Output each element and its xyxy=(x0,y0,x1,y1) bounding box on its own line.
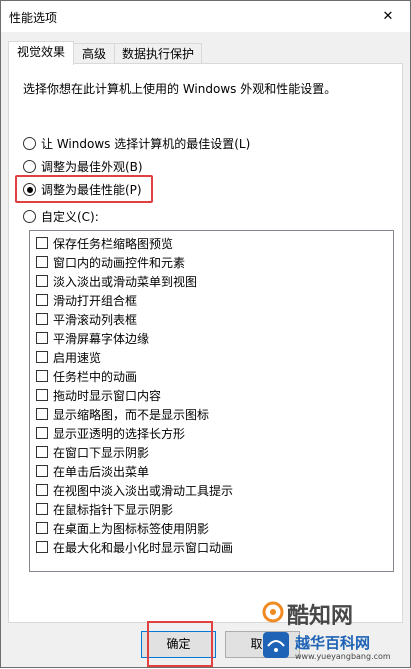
checkbox[interactable] xyxy=(36,427,48,439)
list-item[interactable]: 淡入淡出或滑动菜单到视图 xyxy=(36,272,197,290)
checkbox[interactable] xyxy=(36,332,48,344)
list-item[interactable]: 启用速览 xyxy=(36,348,101,366)
list-item-label: 任务栏中的动画 xyxy=(53,369,138,384)
radio-label: 让 Windows 选择计算机的最佳设置(L) xyxy=(41,137,251,151)
radio-best-appearance[interactable]: 调整为最佳外观(B) xyxy=(23,158,143,175)
checkbox[interactable] xyxy=(36,408,48,420)
list-item-label: 滑动打开组合框 xyxy=(53,293,138,308)
radio-label: 调整为最佳外观(B) xyxy=(41,160,143,174)
window-title: 性能选项 xyxy=(9,11,58,25)
list-item-label: 拖动时显示窗口内容 xyxy=(53,388,162,403)
title-bar: 性能选项 ✕ xyxy=(1,1,410,32)
list-item[interactable]: 在最大化和最小化时显示窗口动画 xyxy=(36,538,233,556)
checkbox[interactable] xyxy=(36,446,48,458)
checkbox[interactable] xyxy=(36,313,48,325)
checkbox[interactable] xyxy=(36,237,48,249)
list-item[interactable]: 平滑滚动列表框 xyxy=(36,310,137,328)
radio-button[interactable] xyxy=(23,160,36,173)
tab-advanced[interactable]: 高级 xyxy=(73,43,115,64)
close-button[interactable]: ✕ xyxy=(366,1,410,32)
radio-label: 自定义(C): xyxy=(41,210,99,224)
list-item[interactable]: 在视图中淡入淡出或滑动工具提示 xyxy=(36,481,233,499)
list-item-label: 窗口内的动画控件和元素 xyxy=(53,255,186,270)
performance-options-dialog: 性能选项 ✕ 视觉效果 高级 数据执行保护 选择你想在此计算机上使用的 Wind… xyxy=(0,0,411,668)
tab-label: 高级 xyxy=(81,47,106,61)
list-item[interactable]: 任务栏中的动画 xyxy=(36,367,137,385)
list-item[interactable]: 显示缩略图，而不是显示图标 xyxy=(36,405,209,423)
description-text: 选择你想在此计算机上使用的 Windows 外观和性能设置。 xyxy=(23,82,337,96)
list-item[interactable]: 平滑屏幕字体边缘 xyxy=(36,329,149,347)
checkbox[interactable] xyxy=(36,465,48,477)
checkbox[interactable] xyxy=(36,503,48,515)
list-item-label: 在鼠标指针下显示阴影 xyxy=(53,502,174,517)
list-item[interactable]: 在鼠标指针下显示阴影 xyxy=(36,500,173,518)
watermark-url: www.yueyangbang.com xyxy=(295,652,391,661)
list-item[interactable]: 滑动打开组合框 xyxy=(36,291,137,309)
list-item-label: 在视图中淡入淡出或滑动工具提示 xyxy=(53,483,234,498)
radio-let-windows-choose[interactable]: 让 Windows 选择计算机的最佳设置(L) xyxy=(23,135,250,152)
tab-label: 数据执行保护 xyxy=(121,47,194,61)
list-item-label: 平滑屏幕字体边缘 xyxy=(53,331,150,346)
list-item[interactable]: 保存任务栏缩略图预览 xyxy=(36,234,173,252)
tab-label: 视觉效果 xyxy=(16,45,65,59)
list-item-label: 在桌面上为图标标签使用阴影 xyxy=(53,521,210,536)
ok-button-label: 确定 xyxy=(166,637,191,651)
tab-visual-effects[interactable]: 视觉效果 xyxy=(8,41,74,65)
checkbox[interactable] xyxy=(36,484,48,496)
checkbox[interactable] xyxy=(36,275,48,287)
checkbox[interactable] xyxy=(36,522,48,534)
list-item-label: 在单击后淡出菜单 xyxy=(53,464,150,479)
checkbox[interactable] xyxy=(36,389,48,401)
list-item-label: 平滑滚动列表框 xyxy=(53,312,138,327)
list-item-label: 启用速览 xyxy=(53,350,102,365)
tab-dep[interactable]: 数据执行保护 xyxy=(114,43,202,64)
checkbox[interactable] xyxy=(36,370,48,382)
list-item[interactable]: 拖动时显示窗口内容 xyxy=(36,386,161,404)
list-item-label: 显示缩略图，而不是显示图标 xyxy=(53,407,210,422)
list-item[interactable]: 在窗口下显示阴影 xyxy=(36,443,149,461)
radio-custom[interactable]: 自定义(C): xyxy=(23,208,99,225)
visual-effects-panel: 选择你想在此计算机上使用的 Windows 外观和性能设置。 让 Windows… xyxy=(8,63,403,623)
list-item-label: 保存任务栏缩略图预览 xyxy=(53,236,174,251)
list-item-label: 在最大化和最小化时显示窗口动画 xyxy=(53,540,234,555)
radio-button[interactable] xyxy=(23,137,36,150)
list-item[interactable]: 在桌面上为图标标签使用阴影 xyxy=(36,519,209,537)
close-icon: ✕ xyxy=(382,9,394,24)
radio-best-performance[interactable]: 调整为最佳性能(P) xyxy=(23,181,142,198)
radio-button-selected[interactable] xyxy=(23,183,36,196)
checkbox[interactable] xyxy=(36,256,48,268)
ok-button[interactable]: 确定 xyxy=(141,631,216,658)
list-item[interactable]: 显示亚透明的选择长方形 xyxy=(36,424,185,442)
cancel-button[interactable]: 取消 xyxy=(225,631,300,658)
list-item-label: 淡入淡出或滑动菜单到视图 xyxy=(53,274,198,289)
list-item[interactable]: 在单击后淡出菜单 xyxy=(36,462,149,480)
list-item-label: 在窗口下显示阴影 xyxy=(53,445,150,460)
checkbox[interactable] xyxy=(36,294,48,306)
radio-button[interactable] xyxy=(23,210,36,223)
checkbox[interactable] xyxy=(36,541,48,553)
cancel-button-label: 取消 xyxy=(250,637,275,651)
list-item-label: 显示亚透明的选择长方形 xyxy=(53,426,186,441)
radio-label: 调整为最佳性能(P) xyxy=(41,183,142,197)
checkbox[interactable] xyxy=(36,351,48,363)
effects-list[interactable]: 保存任务栏缩略图预览 窗口内的动画控件和元素 淡入淡出或滑动菜单到视图 滑动打开… xyxy=(29,230,394,572)
list-item[interactable]: 窗口内的动画控件和元素 xyxy=(36,253,185,271)
watermark-site-text: 越华百科网 xyxy=(295,634,371,652)
